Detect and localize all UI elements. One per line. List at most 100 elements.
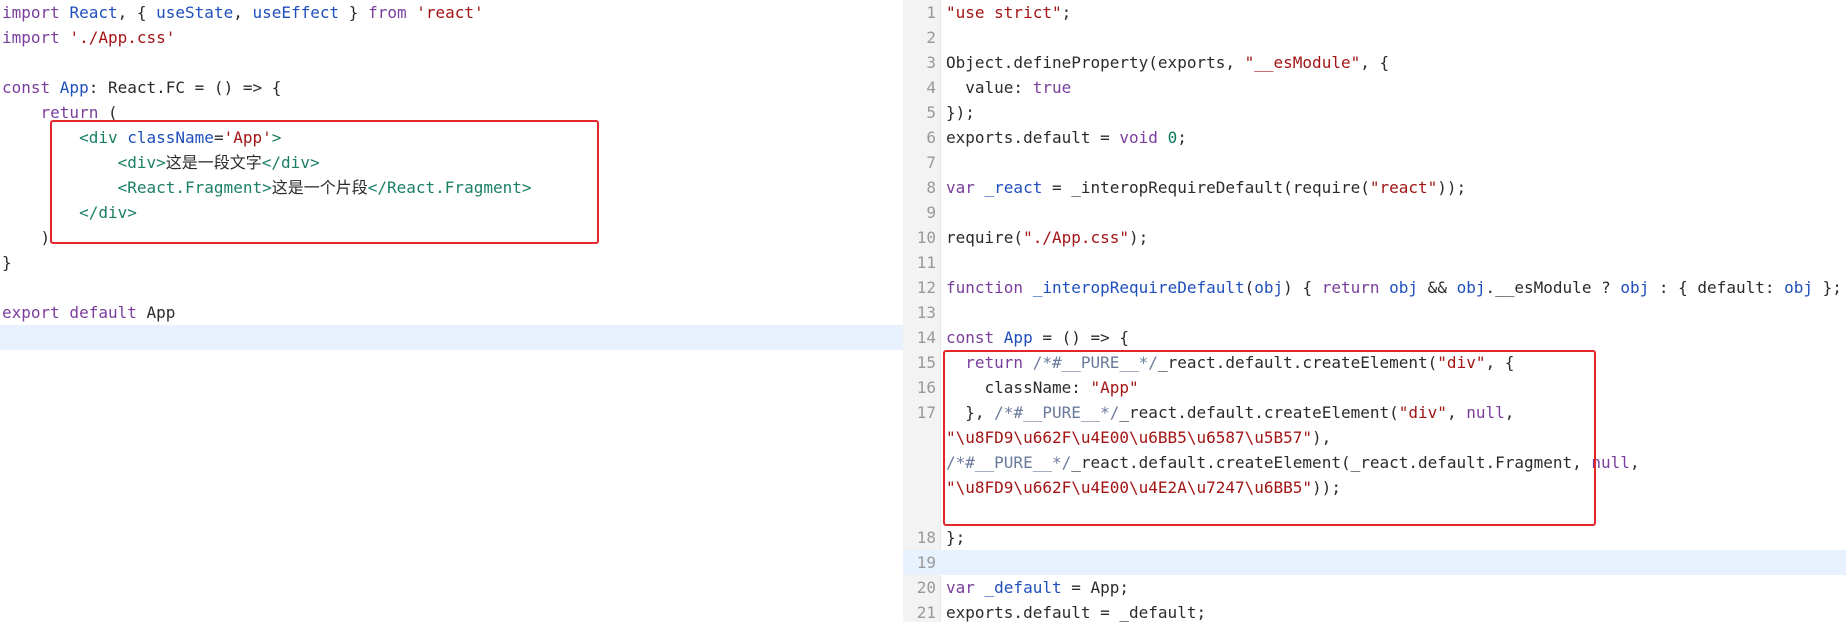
code-token: ) { (1283, 278, 1322, 297)
code-line[interactable]: import React, { useState, useEffect } fr… (0, 0, 903, 25)
code-line[interactable]: import './App.css' (0, 25, 903, 50)
code-line[interactable]: 18}; (903, 525, 1846, 550)
code-token: './App.css' (69, 28, 176, 47)
code-line[interactable]: </div> (0, 200, 903, 225)
code-token: = () => { (1032, 328, 1130, 347)
code-line[interactable]: 17 }, /*#__PURE__*/_react.default.create… (903, 400, 1846, 425)
code-line[interactable]: <div>这是一段文字</div> (0, 150, 903, 175)
code-token: , (1504, 403, 1515, 422)
code-line[interactable]: } (0, 250, 903, 275)
code-line[interactable]: 20 var _default = App; (903, 575, 1846, 600)
code-token: ; (1177, 128, 1187, 147)
left-code-editor[interactable]: import React, { useState, useEffect } fr… (0, 0, 903, 622)
code-text: return ( (2, 100, 118, 125)
code-line[interactable]: 9 (903, 200, 1846, 225)
code-text: <div>这是一段文字</div> (2, 150, 320, 175)
code-token: className: (946, 378, 1091, 397)
code-line[interactable]: 15 return /*#__PURE__*/_react.default.cr… (903, 350, 1846, 375)
line-number: 9 (926, 203, 936, 222)
code-token: require( (946, 228, 1024, 247)
right-code-editor[interactable]: 1 "use strict"; 2 3 Object.defineProperty(ex… (903, 0, 1846, 622)
line-number: 7 (926, 153, 936, 172)
code-text: const App = () => { (946, 325, 1129, 350)
code-token: "use strict" (946, 3, 1062, 22)
code-token: </React.Fragment> (367, 178, 532, 197)
code-token: from (368, 3, 417, 22)
code-line[interactable]: ) (0, 225, 903, 250)
line-number: 11 (916, 253, 936, 272)
code-line[interactable]: 19 (903, 550, 1846, 575)
code-line[interactable] (903, 500, 1846, 525)
code-line[interactable]: 21 exports.default = _default; (903, 600, 1846, 622)
line-number: 17 (916, 403, 936, 422)
code-line[interactable]: 16 className: "App" (903, 375, 1846, 400)
code-token: }; } (1822, 278, 1842, 297)
code-line[interactable]: 3 Object.defineProperty(exports, "__esMod… (903, 50, 1846, 75)
code-token: 'App' (223, 128, 272, 147)
code-text: "use strict"; (946, 0, 1071, 25)
code-line[interactable]: <div className='App'> (0, 125, 903, 150)
line-number: 20 (916, 578, 936, 597)
code-line[interactable]: 4 value: true (903, 75, 1846, 100)
code-token: "div" (1437, 353, 1486, 372)
code-token: 0 (1167, 128, 1178, 147)
line-number: 5 (926, 103, 936, 122)
code-token: <div (79, 128, 128, 147)
code-token: obj (1784, 278, 1814, 297)
code-text: import './App.css' (2, 25, 175, 50)
code-token: const (946, 328, 1004, 347)
code-token: export default (2, 303, 147, 322)
code-token: value: (946, 78, 1033, 97)
code-line[interactable]: 11 (903, 250, 1846, 275)
code-line[interactable] (0, 350, 903, 375)
code-token: obj (1456, 278, 1486, 297)
code-line[interactable]: return ( (0, 100, 903, 125)
code-line[interactable]: 5}); (903, 100, 1846, 125)
code-token: && (1418, 278, 1457, 297)
code-line[interactable]: const App: React.FC = () => { (0, 75, 903, 100)
code-line[interactable]: 7 (903, 150, 1846, 175)
code-line[interactable]: 6 exports.default = void 0; (903, 125, 1846, 150)
code-token: obj (1254, 278, 1284, 297)
code-token: : React.FC = () => { (88, 78, 282, 97)
left-code-lines: import React, { useState, useEffect } fr… (0, 0, 903, 375)
code-line[interactable] (0, 50, 903, 75)
code-line[interactable]: /*#__PURE__*/_react.default.createElemen… (903, 450, 1846, 475)
code-token: null (1591, 453, 1630, 472)
code-line[interactable]: export default App (0, 300, 903, 325)
code-line[interactable] (0, 275, 903, 300)
code-line[interactable]: 10 require("./App.css"); (903, 225, 1846, 250)
code-line[interactable]: 13 (903, 300, 1846, 325)
line-number: 18 (916, 528, 936, 547)
code-line[interactable]: 14 const App = () => { (903, 325, 1846, 350)
code-token: 这是一个片段 (271, 178, 368, 197)
code-token: null (1466, 403, 1505, 422)
code-line[interactable]: 12 function _interopRequireDefault(obj) {… (903, 275, 1846, 300)
code-line[interactable]: <React.Fragment>这是一个片段</React.Fragment> (0, 175, 903, 200)
code-line[interactable]: 1 "use strict"; (903, 0, 1846, 25)
code-token: _react.default.createElement(_react.defa… (1071, 453, 1592, 472)
code-token: , { (1360, 53, 1390, 72)
code-token: ; (1061, 3, 1072, 22)
code-text: "\u8FD9\u662F\u4E00\u6BB5\u6587\u5B57"), (946, 425, 1331, 450)
code-text: Object.defineProperty(exports, "__esModu… (946, 50, 1389, 75)
code-token: var (946, 178, 985, 197)
code-token: 'react' (416, 3, 484, 22)
code-line[interactable]: 8 var _react = _interopRequireDefault(req… (903, 175, 1846, 200)
code-token: "\u8FD9\u662F\u4E00\u6BB5\u6587\u5B57" (946, 428, 1313, 447)
code-token: useEffect (252, 3, 340, 22)
code-line[interactable]: 2 (903, 25, 1846, 50)
code-token: return (1321, 278, 1390, 297)
code-line[interactable] (0, 325, 903, 350)
code-line[interactable]: "\u8FD9\u662F\u4E00\u4E2A\u7247\u6BB5"))… (903, 475, 1846, 500)
line-number: 1 (926, 3, 936, 22)
code-token: className (127, 128, 214, 147)
line-number: 3 (926, 53, 936, 72)
code-token: "./App.css" (1023, 228, 1130, 247)
code-text: export default App (2, 300, 175, 325)
code-line[interactable]: "\u8FD9\u662F\u4E00\u6BB5\u6587\u5B57"), (903, 425, 1846, 450)
line-number: 2 (926, 28, 936, 47)
